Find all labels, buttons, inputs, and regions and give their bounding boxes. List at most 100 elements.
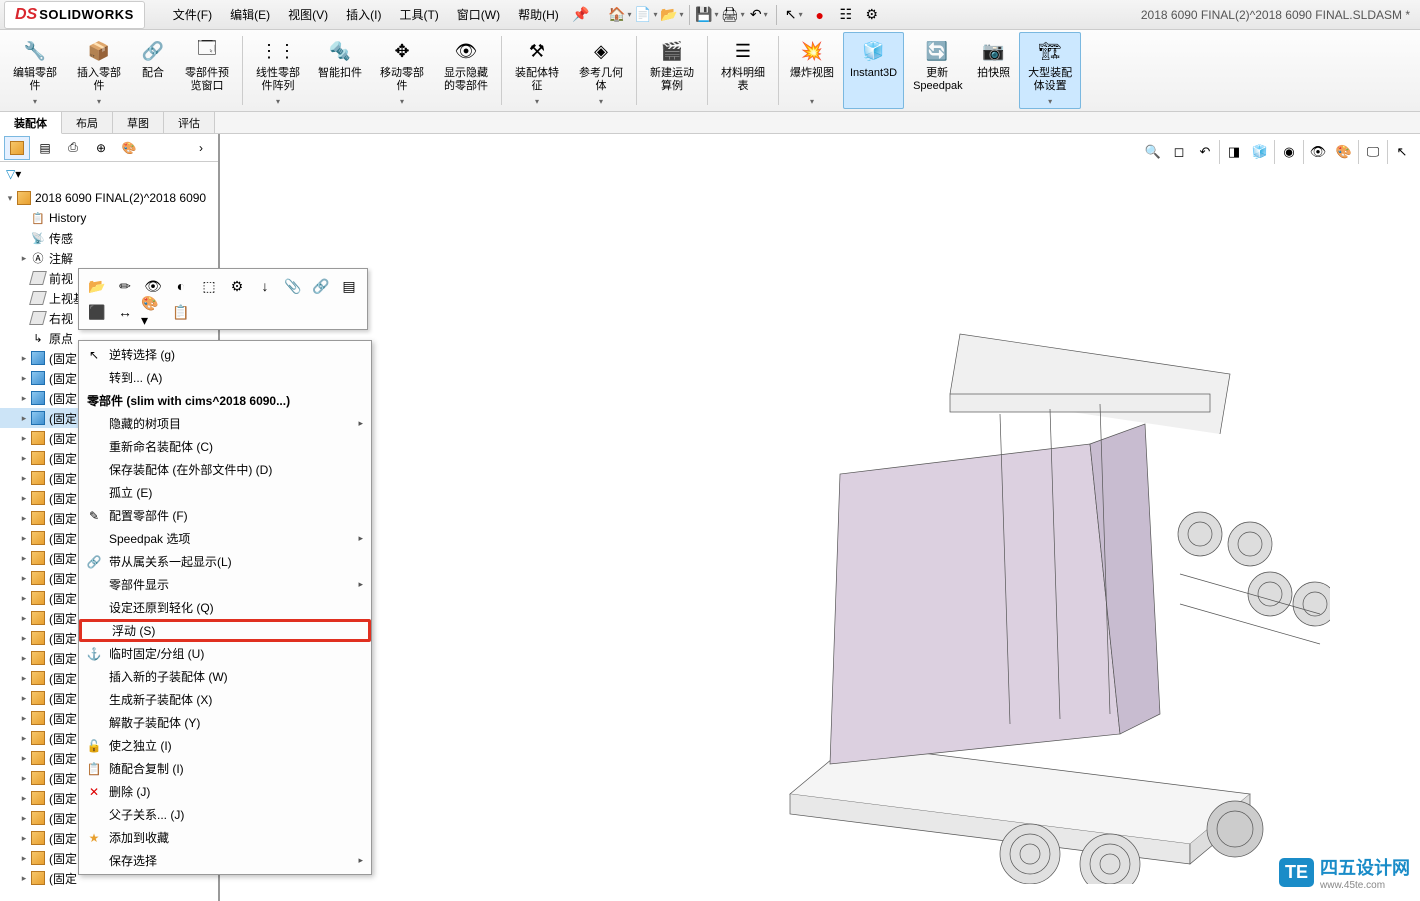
ctx-goto[interactable]: 转到... (A) [79,366,371,389]
ctx-open-icon[interactable]: 📂 [85,275,109,297]
ctx-clip-icon[interactable]: 📎 [281,275,305,297]
ctx-show-with-dependents[interactable]: 🔗带从属关系一起显示(L) [79,550,371,573]
ctx-move-icon[interactable]: ↔ [113,301,137,323]
reference-geometry-button[interactable]: ◈参考几何体▾ [570,32,632,109]
large-assembly-button[interactable]: 🏗大型装配体设置▾ [1019,32,1081,109]
tree-filter[interactable]: ▽▾ [0,162,218,186]
exploded-view-button[interactable]: 💥爆炸视图▾ [783,32,841,109]
ctx-lightweight-icon[interactable]: ⬛ [85,301,109,323]
snapshot-button[interactable]: 📷拍快照 [970,32,1017,109]
mate-button[interactable]: 🔗配合 [132,32,174,109]
tab-assembly[interactable]: 装配体 [0,112,62,134]
assembly-features-button[interactable]: ⚒装配体特征▾ [506,32,568,109]
config-tab-icon[interactable]: ⎙ [60,136,86,160]
menu-edit[interactable]: 编辑(E) [222,2,278,27]
ctx-transparency-icon[interactable]: ◐ [169,275,193,297]
move-component-button[interactable]: ✥移动零部件▾ [371,32,433,109]
ctx-appearance-icon[interactable]: 🎨▾ [141,301,165,323]
tree-root[interactable]: ▾2018 6090 FINAL(2)^2018 6090 [0,188,218,208]
appearance-hud-icon[interactable]: 🎨 [1332,140,1356,164]
ctx-component-display[interactable]: 零部件显示▸ [79,573,371,596]
ctx-parent-child[interactable]: 父子关系... (J) [79,803,371,826]
open-icon[interactable]: 📂 [660,3,684,27]
tab-evaluate[interactable]: 评估 [164,112,215,133]
tab-layout[interactable]: 布局 [62,112,113,133]
new-motion-button[interactable]: 🎬新建运动算例 [641,32,703,109]
print-icon[interactable]: 🖨 [721,3,745,27]
linear-pattern-button[interactable]: ⋮⋮线性零部件阵列▾ [247,32,309,109]
menu-help[interactable]: 帮助(H) [510,2,567,27]
zoom-area-icon[interactable]: ◻ [1167,140,1191,164]
zoom-fit-icon[interactable]: 🔍 [1141,140,1165,164]
edit-component-button[interactable]: 🔧编辑零部件▾ [4,32,66,109]
ctx-save-selection[interactable]: 保存选择▸ [79,849,371,872]
hide-show-icon[interactable]: 👁 [1306,140,1330,164]
section-view-icon[interactable]: ◨ [1222,140,1246,164]
view-settings-icon[interactable]: ↖ [1390,140,1414,164]
ctx-make-independent[interactable]: 🔓使之独立 (I) [79,734,371,757]
ctx-edit-icon[interactable]: ✏ [113,275,137,297]
undo-icon[interactable]: ↶ [747,3,771,27]
save-icon[interactable]: 💾 [695,3,719,27]
tree-history[interactable]: 📋History [0,208,218,228]
ctx-header: 零部件 (slim with cims^2018 6090...) [79,389,371,412]
ctx-delete[interactable]: ✕删除 (J) [79,780,371,803]
ctx-copy-with-mates[interactable]: 📋随配合复制 (I) [79,757,371,780]
orientation-icon[interactable]: 🧊 [1248,140,1272,164]
graphics-viewport[interactable]: 🔍 ◻ ↶ ◨ 🧊 ◉ 👁 🎨 🖵 ↖ [220,134,1420,901]
menu-pin-icon[interactable]: 📌 [569,2,593,26]
ctx-save-external[interactable]: 保存装配体 (在外部文件中) (D) [79,458,371,481]
settings-icon[interactable]: ⚙ [860,3,884,27]
select-icon[interactable]: ↖ [782,3,806,27]
ctx-form-subassembly[interactable]: 生成新子装配体 (X) [79,688,371,711]
tree-annotations[interactable]: ▸Ⓐ注解 [0,248,218,268]
show-hidden-button[interactable]: 👁显示隐藏的零部件 [435,32,497,109]
command-ribbon: 🔧编辑零部件▾ 📦插入零部件▾ 🔗配合 🗔零部件预览窗口 ⋮⋮线性零部件阵列▾ … [0,30,1420,112]
instant3d-button[interactable]: 🧊Instant3D [843,32,904,109]
menu-file[interactable]: 文件(F) [165,2,220,27]
ctx-dissolve-subassembly[interactable]: 解散子装配体 (Y) [79,711,371,734]
ctx-isolate-icon[interactable]: ⬚ [197,275,221,297]
ctx-temporary-fix[interactable]: ⚓临时固定/分组 (U) [79,642,371,665]
ctx-set-lightweight[interactable]: 设定还原到轻化 (Q) [79,596,371,619]
ctx-hide-icon[interactable]: 👁 [141,275,165,297]
ctx-float[interactable]: 浮动 (S) [79,619,371,642]
ctx-toolbox-icon[interactable]: ▤ [337,275,361,297]
ctx-configure-component[interactable]: ✎配置零部件 (F) [79,504,371,527]
tab-sketch[interactable]: 草图 [113,112,164,133]
smart-fasteners-button[interactable]: 🔩智能扣件 [311,32,369,109]
ctx-speedpak-options[interactable]: Speedpak 选项▸ [79,527,371,550]
options-list-icon[interactable]: ☷ [834,3,858,27]
ctx-invert-selection[interactable]: ↖逆转选择 (g) [79,343,371,366]
tree-sensors[interactable]: 📡传感 [0,228,218,248]
ctx-isolate[interactable]: 孤立 (E) [79,481,371,504]
update-speedpak-button[interactable]: 🔄更新Speedpak [906,32,968,109]
menu-view[interactable]: 视图(V) [280,2,336,27]
appearance-tab-icon[interactable]: 🎨 [116,136,142,160]
menu-insert[interactable]: 插入(I) [338,2,389,27]
menu-window[interactable]: 窗口(W) [449,2,508,27]
new-icon[interactable]: 📄 [634,3,658,27]
ctx-insert-subassembly[interactable]: 插入新的子装配体 (W) [79,665,371,688]
panel-expand-icon[interactable]: › [188,136,214,160]
ctx-hidden-tree-items[interactable]: 隐藏的树项目▸ [79,412,371,435]
ctx-copy-icon[interactable]: 📋 [169,301,193,323]
ctx-mate-icon[interactable]: 🔗 [309,275,333,297]
bom-button[interactable]: ☰材料明细表 [712,32,774,109]
display-style-icon[interactable]: ◉ [1277,140,1301,164]
ctx-add-to-favorites[interactable]: ★添加到收藏 [79,826,371,849]
insert-component-button[interactable]: 📦插入零部件▾ [68,32,130,109]
prev-view-icon[interactable]: ↶ [1193,140,1217,164]
app-logo: DS SOLIDWORKS [4,1,145,29]
ctx-config-icon[interactable]: ⚙ [225,275,249,297]
preview-window-button[interactable]: 🗔零部件预览窗口 [176,32,238,109]
scene-icon[interactable]: 🖵 [1361,140,1385,164]
ctx-rename-assembly[interactable]: 重新命名装配体 (C) [79,435,371,458]
property-tab-icon[interactable]: ▤ [32,136,58,160]
feature-tree-tab-icon[interactable] [4,136,30,160]
menu-tools[interactable]: 工具(T) [391,2,446,27]
ctx-suppress-icon[interactable]: ↓ [253,275,277,297]
rebuild-icon[interactable]: ● [808,3,832,27]
home-icon[interactable]: 🏠 [608,3,632,27]
dimxpert-tab-icon[interactable]: ⊕ [88,136,114,160]
